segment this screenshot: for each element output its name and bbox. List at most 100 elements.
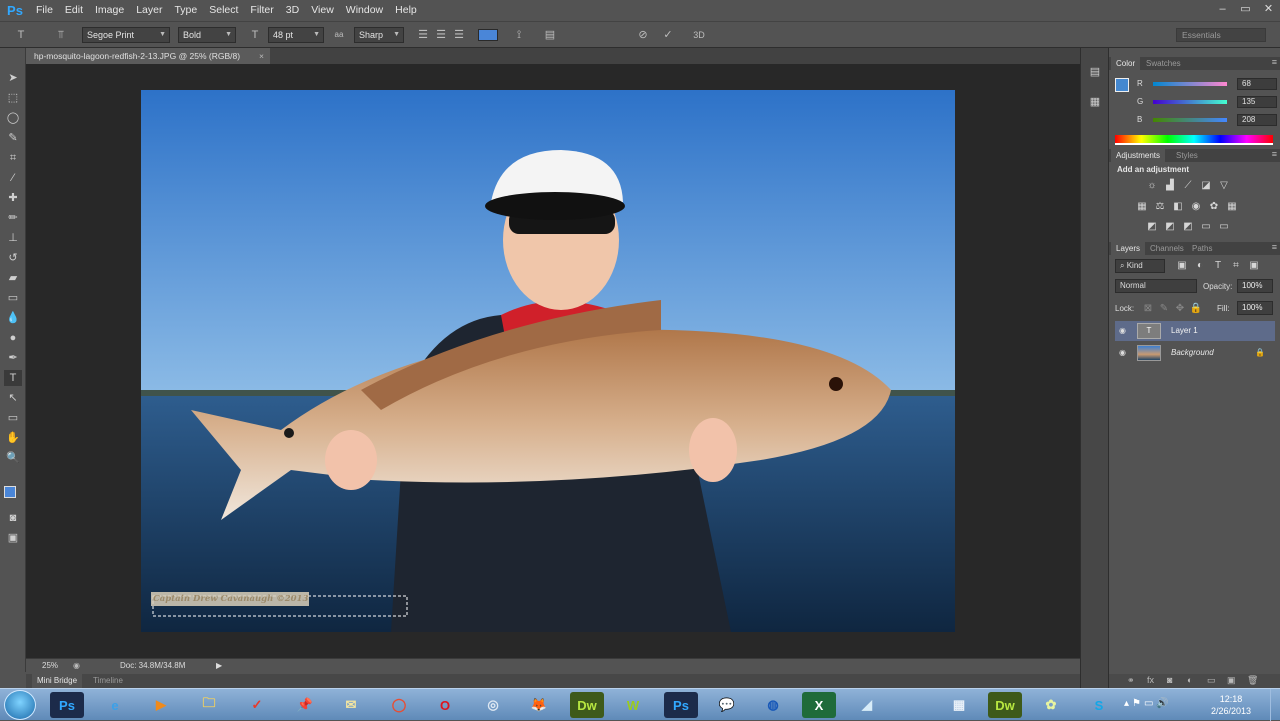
opacity-field[interactable]: 100% [1237,279,1273,293]
align-right-icon[interactable]: ☰ [450,27,468,43]
healing-brush-tool-icon[interactable]: ✚ [4,190,22,206]
pen-tool-icon[interactable]: ✒ [4,350,22,366]
align-center-icon[interactable]: ☰ [432,27,450,43]
taskbar-app-icon[interactable]: ◢ [850,692,884,718]
status-menu-arrow-icon[interactable]: ▶ [216,661,222,670]
menu-layer[interactable]: Layer [130,0,168,21]
taskbar-word-icon[interactable]: W [616,692,650,718]
cancel-edit-icon[interactable]: ⊘ [634,27,652,43]
fill-field[interactable]: 100% [1237,301,1273,315]
foreground-color-swatch[interactable] [4,486,16,498]
taskbar-control-panel-icon[interactable]: ✿ [1034,692,1068,718]
red-slider[interactable] [1153,82,1227,86]
layer-style-icon[interactable]: fx [1147,675,1154,685]
filter-adjustment-icon[interactable]: ◐ [1193,260,1207,272]
dodge-tool-icon[interactable]: ● [4,330,22,346]
anti-alias-select[interactable]: Sharp ▼ [354,27,404,43]
taskbar-media-player-icon[interactable]: ▶ [144,692,178,718]
color-lookup-icon[interactable]: ▦ [1225,201,1239,213]
menu-select[interactable]: Select [203,0,244,21]
watermark-text-layer[interactable]: Captain Drew Cavanaugh ©2013 [153,592,309,606]
panel-menu-icon[interactable]: ≡ [1272,242,1277,252]
taskbar-calculator-icon[interactable]: ▦ [942,692,976,718]
path-selection-tool-icon[interactable]: ↖ [4,390,22,406]
menu-type[interactable]: Type [168,0,203,21]
menu-image[interactable]: Image [89,0,130,21]
taskbar-messenger-icon[interactable]: 💬 [710,692,744,718]
red-value-field[interactable]: 68 [1237,78,1277,90]
tab-adjustments[interactable]: Adjustments [1111,149,1166,162]
marquee-tool-icon[interactable]: ⬚ [4,90,22,106]
properties-panel-icon[interactable]: ▦ [1086,94,1104,110]
history-brush-tool-icon[interactable]: ↺ [4,250,22,266]
new-layer-icon[interactable]: ▣ [1227,675,1236,686]
tab-mini-bridge[interactable]: Mini Bridge [32,674,83,688]
menu-window[interactable]: Window [340,0,389,21]
green-slider[interactable] [1153,100,1227,104]
font-family-select[interactable]: Segoe Print ▼ [82,27,170,43]
add-mask-icon[interactable]: ◙ [1167,675,1172,685]
lock-position-icon[interactable]: ✥ [1173,303,1187,315]
status-info-icon[interactable]: ◉ [73,661,80,670]
document-tab[interactable]: hp-mosquito-lagoon-redfish-2-13.JPG @ 25… [26,48,270,64]
warp-text-icon[interactable]: ⟟ [510,27,528,43]
document-canvas[interactable]: Captain Drew Cavanaugh ©2013 [141,90,955,632]
blur-tool-icon[interactable]: 💧 [4,310,22,326]
color-spectrum-ramp[interactable] [1115,135,1273,145]
history-panel-icon[interactable]: ▤ [1086,64,1104,80]
filter-smart-object-icon[interactable]: ▣ [1247,260,1261,272]
align-left-icon[interactable]: ☰ [414,27,432,43]
hue-saturation-icon[interactable]: ▦ [1135,201,1149,213]
3d-text-icon[interactable]: 3D [690,27,708,43]
workspace-select[interactable]: Essentials [1176,28,1266,42]
visibility-eye-icon[interactable]: ◉ [1119,343,1126,363]
color-balance-icon[interactable]: ⚖ [1153,201,1167,213]
layer-filter-kind-select[interactable]: ⌕ Kind [1115,259,1165,273]
green-value-field[interactable]: 135 [1237,96,1277,108]
eraser-tool-icon[interactable]: ▰ [4,270,22,286]
channel-mixer-icon[interactable]: ✿ [1207,201,1221,213]
posterize-icon[interactable]: ◩ [1163,221,1177,233]
threshold-icon[interactable]: ◩ [1181,221,1195,233]
type-tool-preset-icon[interactable]: T [12,27,30,43]
taskbar-firefox-icon[interactable]: 🦊 [522,692,556,718]
close-tab-icon[interactable]: × [259,48,264,64]
selective-color-icon[interactable]: ▭ [1199,221,1213,233]
lock-all-icon[interactable]: 🔒 [1189,303,1203,315]
type-tool-icon[interactable]: T [4,370,22,386]
taskbar-dreamweaver-icon[interactable]: Dw [570,692,604,718]
taskbar-mail-icon[interactable]: ✉ [334,692,368,718]
character-panel-icon[interactable]: ▤ [541,27,559,43]
gradient-map-icon[interactable]: ▭ [1217,221,1231,233]
filter-type-icon[interactable]: T [1211,260,1225,272]
vibrance-icon[interactable]: ▽ [1217,180,1231,192]
new-group-icon[interactable]: ▭ [1207,675,1216,686]
menu-help[interactable]: Help [389,0,423,21]
taskbar-pin-icon[interactable]: 📌 [288,692,322,718]
curves-icon[interactable]: ⟋ [1181,180,1195,192]
taskbar-network-icon[interactable]: ◎ [476,692,510,718]
tab-timeline[interactable]: Timeline [88,674,128,688]
hand-tool-icon[interactable]: ✋ [4,430,22,446]
tab-paths[interactable]: Paths [1187,242,1217,255]
black-white-icon[interactable]: ◧ [1171,201,1185,213]
quick-select-tool-icon[interactable]: ✎ [4,130,22,146]
invert-icon[interactable]: ◩ [1145,221,1159,233]
eyedropper-tool-icon[interactable]: ⁄ [4,170,22,186]
visibility-eye-icon[interactable]: ◉ [1119,321,1126,341]
system-clock[interactable]: 12:18 2/26/2013 [1204,693,1258,717]
menu-3d[interactable]: 3D [280,0,305,21]
taskbar-chrome-icon[interactable]: ◯ [382,692,416,718]
close-button[interactable]: ✕ [1257,0,1280,18]
zoom-level[interactable]: 25% [42,661,58,670]
taskbar-todoist-icon[interactable]: ✓ [240,692,274,718]
tab-swatches[interactable]: Swatches [1141,57,1186,70]
panel-menu-icon[interactable]: ≡ [1272,57,1277,67]
lasso-tool-icon[interactable]: ◯ [4,110,22,126]
photo-filter-icon[interactable]: ◉ [1189,201,1203,213]
brightness-contrast-icon[interactable]: ☼ [1145,180,1159,192]
crop-tool-icon[interactable]: ⌗ [4,150,22,166]
minimize-button[interactable]: – [1211,0,1234,18]
font-style-select[interactable]: Bold ▼ [178,27,236,43]
canvas-area[interactable]: Captain Drew Cavanaugh ©2013 [26,64,1080,658]
